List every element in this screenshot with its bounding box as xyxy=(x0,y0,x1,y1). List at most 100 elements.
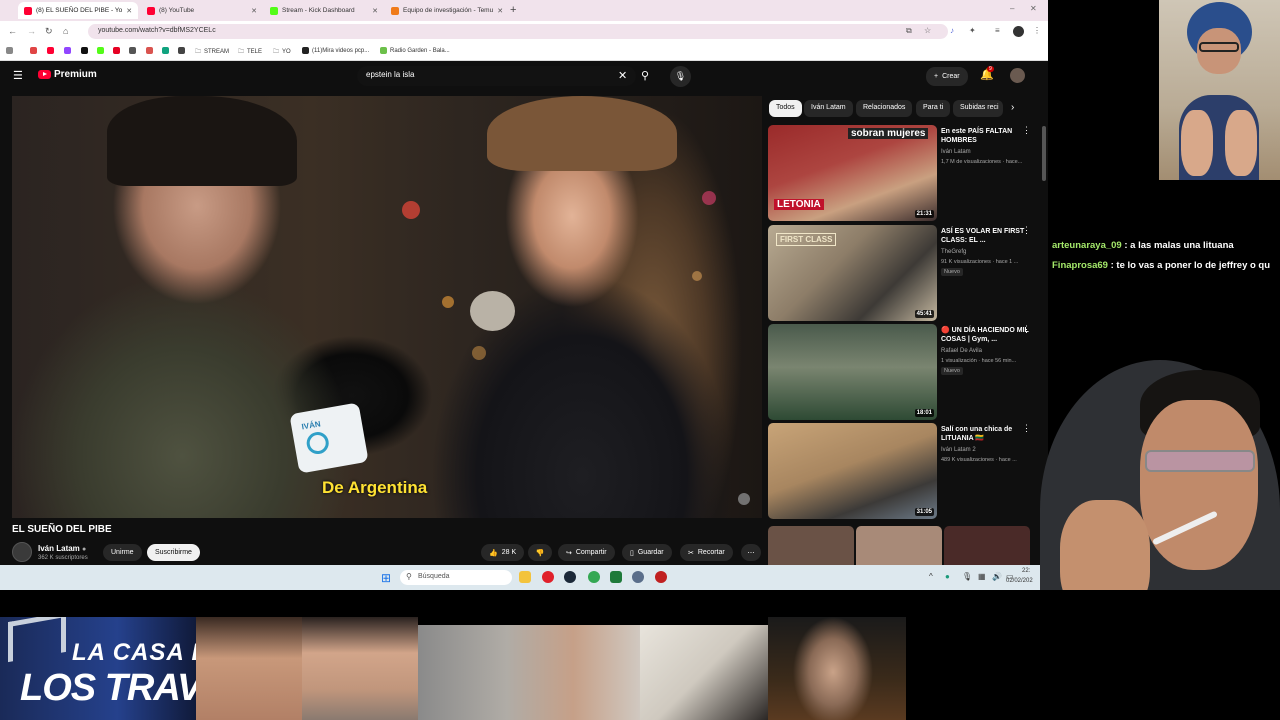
shorts-thumbnail[interactable] xyxy=(856,526,942,565)
tab-temu[interactable]: Equipo de investigación - Temu ✕ xyxy=(385,2,507,19)
video-player[interactable]: IVÁN De Argentina xyxy=(12,96,762,518)
bookmark-folder-stream[interactable]: 🗀 STREAM xyxy=(195,47,229,57)
youtube-logo[interactable]: Premium xyxy=(38,69,97,80)
network-icon[interactable]: ▦ xyxy=(978,572,986,581)
microphone-flag: IVÁN xyxy=(289,402,369,474)
more-vertical-icon[interactable]: ⋮ xyxy=(1022,125,1031,136)
channel-avatar[interactable] xyxy=(12,542,32,562)
recommendation-meta: 1,7 M de visualizaciones · hace... xyxy=(941,159,1023,165)
nvidia-icon[interactable] xyxy=(610,571,622,583)
apps-icon[interactable] xyxy=(6,47,13,54)
home-icon[interactable]: ⌂ xyxy=(63,26,68,36)
search-icon[interactable]: ⚲ xyxy=(641,69,649,82)
new-tab-icon[interactable]: + xyxy=(510,4,516,16)
create-button[interactable]: + Crear xyxy=(926,67,968,86)
app-icon[interactable] xyxy=(655,571,667,583)
media-icon[interactable]: ≡ xyxy=(995,26,1000,35)
tray-chevron-icon[interactable]: ^ xyxy=(929,572,933,581)
chip-relacionados[interactable]: Relacionados xyxy=(856,100,913,117)
bokeh-light xyxy=(702,191,716,205)
folder-icon: 🗀 xyxy=(195,49,202,55)
chrome-icon[interactable] xyxy=(588,571,600,583)
chip-para-ti[interactable]: Para ti xyxy=(916,100,951,117)
house-icon xyxy=(8,617,66,663)
bookmark-folder-yo[interactable]: 🗀 YO xyxy=(273,47,291,57)
close-tab-icon[interactable]: ✕ xyxy=(497,7,503,15)
bookmark-mira-videos[interactable]: (11)Mira videos pcp... xyxy=(302,47,369,54)
video-thumbnail[interactable]: 31:05 xyxy=(768,423,937,519)
taskbar-search[interactable]: ⚲ Búsqueda xyxy=(400,570,512,585)
search-input[interactable]: epstein la isla xyxy=(357,66,636,86)
bookmark-icon[interactable] xyxy=(64,47,71,54)
chevron-right-icon[interactable]: › xyxy=(1011,102,1014,113)
chat-message: Finaprosa69 : te lo vas a poner lo de je… xyxy=(1052,260,1271,271)
video-thumbnail[interactable]: 18:01 xyxy=(768,324,937,420)
windows-start-icon[interactable]: ⊞ xyxy=(381,571,391,585)
account-avatar[interactable] xyxy=(1010,68,1025,83)
microphone-icon[interactable]: 🎙 xyxy=(962,572,972,581)
close-window-icon[interactable]: ✕ xyxy=(1030,4,1037,13)
audio-icon[interactable]: ♪ xyxy=(950,26,954,35)
reload-icon[interactable]: ↻ xyxy=(45,26,53,37)
tab-youtube[interactable]: (8) YouTube ✕ xyxy=(141,2,263,19)
subscribe-button[interactable]: Suscribirme xyxy=(147,544,200,561)
more-actions-button[interactable]: ⋯ xyxy=(741,544,761,561)
bookmark-star-icon[interactable]: ☆ xyxy=(924,26,931,35)
settings-gear-icon[interactable] xyxy=(632,571,644,583)
tray-app-icon[interactable]: ● xyxy=(945,572,950,581)
save-button[interactable]: ▯ Guardar xyxy=(622,544,672,561)
hamburger-menu-icon[interactable]: ☰ xyxy=(13,69,23,82)
back-icon[interactable]: ← xyxy=(8,26,17,36)
bookmark-radio-garden[interactable]: Radio Garden - Bala... xyxy=(380,47,450,54)
recommendation-item[interactable]: FIRST CLASS 45:41 ASÍ ES VOLAR EN FIRST … xyxy=(768,225,1043,321)
bookmark-icon[interactable] xyxy=(178,47,185,54)
bookmark-icon[interactable] xyxy=(97,47,104,54)
bookmark-folder-tele[interactable]: 🗀 TELE xyxy=(238,47,262,57)
opera-icon[interactable] xyxy=(542,571,554,583)
bookmark-icon[interactable] xyxy=(162,47,169,54)
more-vertical-icon[interactable]: ⋮ xyxy=(1022,225,1031,236)
like-button[interactable]: 👍 28 K xyxy=(481,544,525,561)
close-tab-icon[interactable]: ✕ xyxy=(126,7,132,15)
join-button[interactable]: Unirme xyxy=(103,544,142,561)
video-caption: De Argentina xyxy=(322,478,428,497)
profile-avatar[interactable] xyxy=(1013,26,1024,37)
share-button[interactable]: ↪ Compartir xyxy=(558,544,615,561)
menu-icon[interactable]: ⋮ xyxy=(1033,26,1041,35)
bookmark-icon[interactable] xyxy=(129,47,136,54)
address-bar: ← → ↻ ⌂ youtube.com/watch?v=dbfMS2YCELc … xyxy=(0,21,1048,42)
bookmark-icon[interactable] xyxy=(47,47,54,54)
forward-icon[interactable]: → xyxy=(27,26,36,36)
video-thumbnail[interactable]: sobran mujeres LETONIA 21:31 xyxy=(768,125,937,221)
file-explorer-icon[interactable] xyxy=(519,571,531,583)
more-vertical-icon[interactable]: ⋮ xyxy=(1022,324,1031,335)
minimize-icon[interactable]: – xyxy=(1010,4,1014,13)
extensions-icon[interactable]: ✦ xyxy=(969,26,976,35)
chip-subidas[interactable]: Subidas reci xyxy=(953,100,1003,117)
bookmark-icon[interactable] xyxy=(146,47,153,54)
voice-search-icon[interactable]: 🎙 xyxy=(670,66,691,87)
search-icon: ⚲ xyxy=(406,572,412,581)
dislike-button[interactable]: 👎 xyxy=(528,544,552,561)
new-badge: Nuevo xyxy=(941,367,963,375)
recommendation-item[interactable]: sobran mujeres LETONIA 21:31 En este PAÍ… xyxy=(768,125,1043,221)
shorts-thumbnail[interactable] xyxy=(768,526,854,565)
steam-icon[interactable] xyxy=(564,571,576,583)
tab-video[interactable]: (8) EL SUEÑO DEL PIBE - Yo ✕ xyxy=(18,2,138,19)
chip-ivan-latam[interactable]: Iván Latam xyxy=(804,100,853,117)
close-tab-icon[interactable]: ✕ xyxy=(372,7,378,15)
bookmark-icon[interactable] xyxy=(30,47,37,54)
install-icon[interactable]: ⧉ xyxy=(906,26,912,36)
clip-button[interactable]: ✂ Recortar xyxy=(680,544,733,561)
chip-todos[interactable]: Todos xyxy=(769,100,802,117)
clear-search-icon[interactable]: ✕ xyxy=(618,69,627,82)
channel-name[interactable]: Iván Latam ● xyxy=(38,544,86,553)
video-thumbnail[interactable]: FIRST CLASS 45:41 xyxy=(768,225,937,321)
recommendation-channel: Iván Latam 2 xyxy=(941,447,976,453)
tab-kick[interactable]: Stream - Kick Dashboard ✕ xyxy=(264,2,384,19)
close-tab-icon[interactable]: ✕ xyxy=(251,7,257,15)
url-input[interactable]: youtube.com/watch?v=dbfMS2YCELc xyxy=(88,24,948,39)
bookmark-icon[interactable] xyxy=(81,47,88,54)
duration-badge: 18:01 xyxy=(914,409,934,417)
bookmark-icon[interactable] xyxy=(113,47,120,54)
